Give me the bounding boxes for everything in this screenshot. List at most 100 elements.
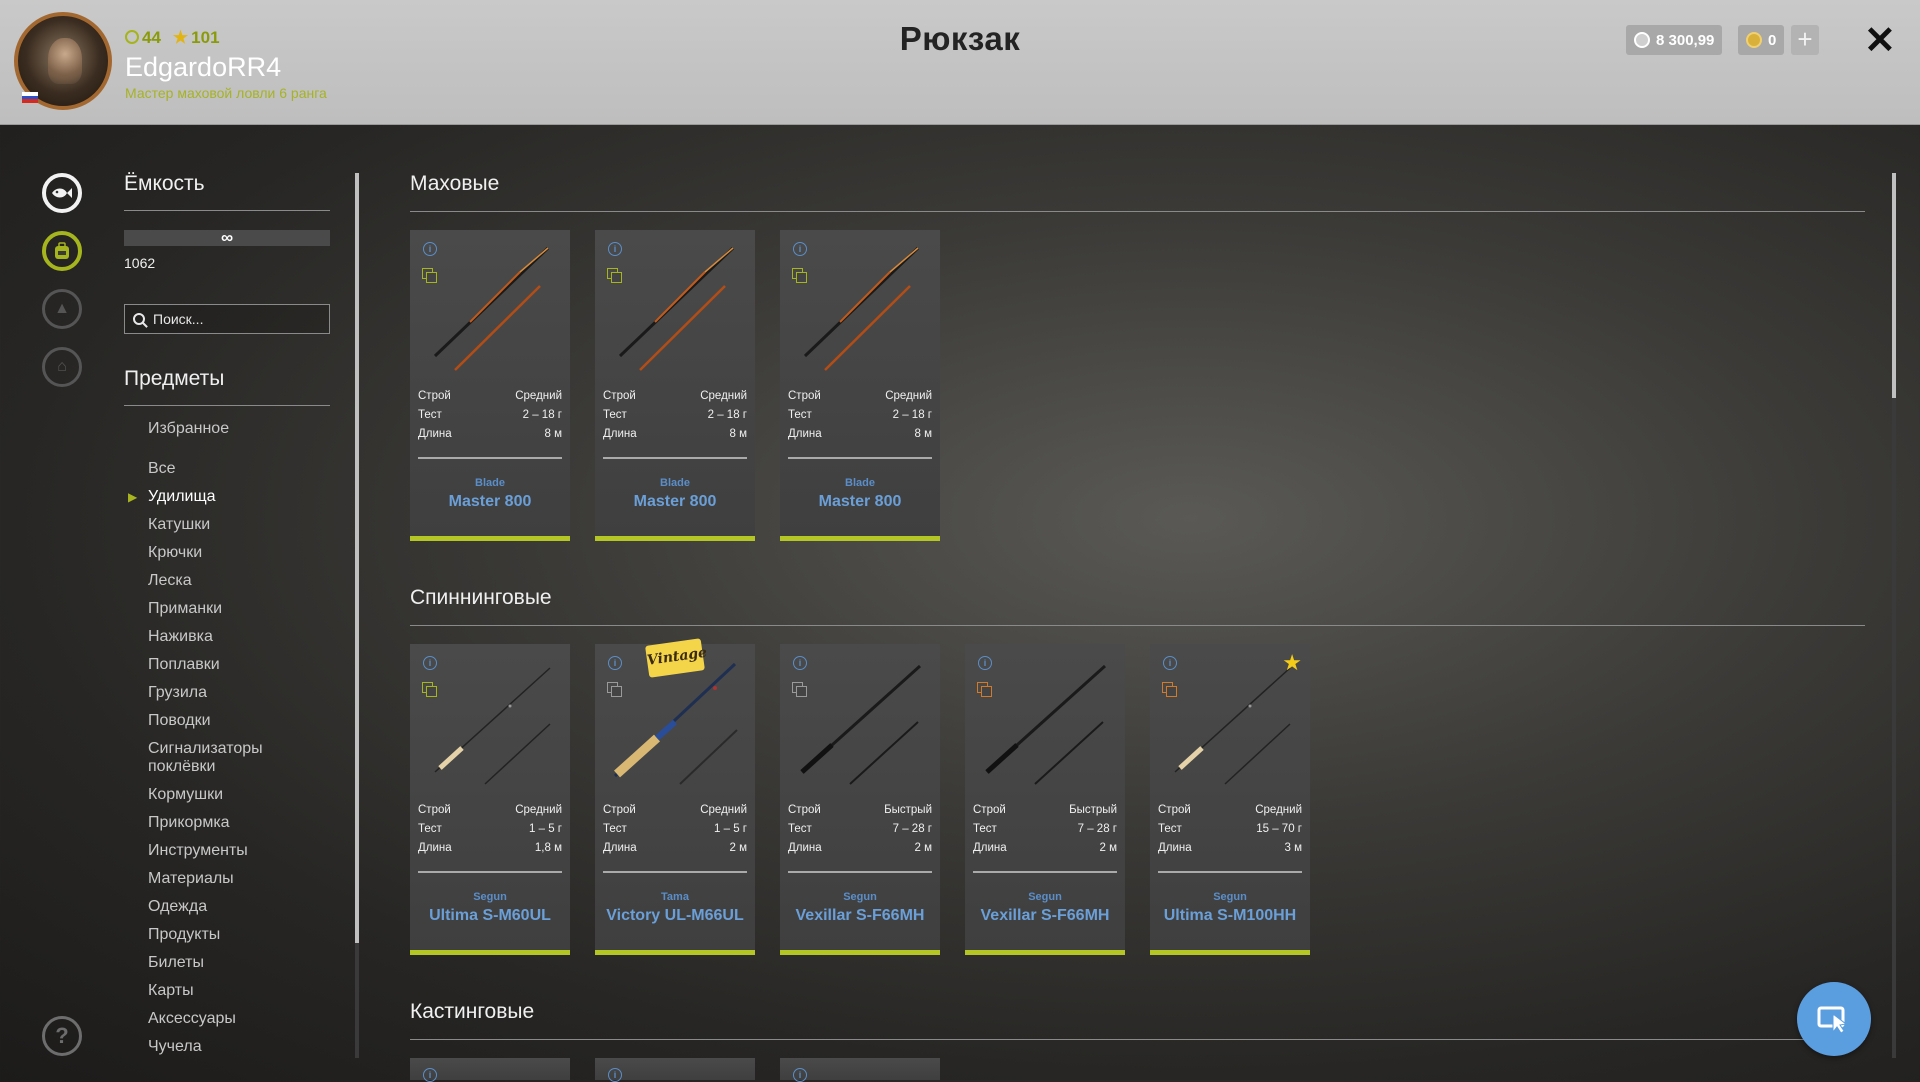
fish-keepnet-icon[interactable] (42, 173, 82, 213)
duplicate-icon[interactable] (792, 268, 807, 283)
spec-value: 2 – 18 г (522, 409, 562, 421)
spec-label: Тест (788, 823, 812, 835)
rod-card[interactable]: i Строй Средний Тест 2 – 18 г Длина 8 м Blade Ma… (780, 230, 940, 541)
rod-part (438, 746, 464, 770)
spec-value: 7 – 28 г (1077, 823, 1117, 835)
spec-value: 1 – 5 г (714, 823, 747, 835)
duplicate-icon[interactable] (422, 682, 437, 697)
camp-icon[interactable]: ▲ (42, 289, 82, 329)
rod-card[interactable]: i (780, 1058, 940, 1082)
top-bar: 44 ★ 101 EdgardoRR4 Мастер маховой ловли … (0, 0, 1920, 125)
spec-value: Средний (1255, 804, 1302, 816)
spec-label: Длина (603, 842, 637, 854)
duplicate-icon[interactable] (792, 682, 807, 697)
category-item[interactable]: Аксессуары (148, 1010, 298, 1028)
rod-card[interactable]: i Строй Быстрый Тест 7 – 28 г Длина 2 м Segun Ve… (780, 644, 940, 955)
category-item[interactable]: Одежда (148, 898, 298, 916)
category-item[interactable]: Поводки (148, 712, 298, 730)
category-item[interactable]: Карты (148, 982, 298, 1000)
spec-value: Средний (700, 804, 747, 816)
russia-flag-icon (22, 92, 38, 103)
rod-part (1248, 704, 1252, 708)
rod-model: Ultima S-M100HH (1163, 907, 1297, 924)
rod-card[interactable]: i Строй Средний Тест 2 – 18 г Длина 8 м Blade Ma… (410, 230, 570, 541)
rod-card[interactable]: i Строй Средний Тест 1 – 5 г Длина 1,8 м Segun U… (410, 644, 570, 955)
cursor-mode-button[interactable] (1797, 982, 1871, 1056)
favorite-star-icon[interactable]: ★ (1282, 650, 1302, 676)
player-rank: Мастер маховой ловли 6 ранга (125, 85, 327, 101)
inventory-scrollbar[interactable] (1892, 173, 1896, 398)
info-icon[interactable]: i (793, 242, 807, 256)
gold-value: 0 (1768, 31, 1777, 49)
rod-card[interactable]: i Vintage Строй Средний Тест 1 – 5 г Длина 2 мT… (595, 638, 755, 955)
category-item[interactable]: Все (148, 460, 298, 478)
duplicate-icon[interactable] (607, 268, 622, 283)
category-item[interactable]: Билеты (148, 954, 298, 972)
info-icon[interactable]: i (423, 656, 437, 670)
spec-value: 2 м (914, 842, 933, 854)
rod-model: Vexillar S-F66MH (980, 907, 1110, 924)
spec-label: Тест (603, 409, 627, 421)
category-item[interactable]: Леска (148, 572, 298, 590)
info-icon[interactable]: i (1163, 656, 1177, 670)
spec-row: Тест 7 – 28 г (973, 820, 1117, 839)
category-item[interactable]: Сигнализаторы поклёвки (148, 740, 298, 776)
duplicate-icon[interactable] (607, 682, 622, 697)
backpack-icon[interactable] (42, 231, 82, 271)
spec-value: 1,8 м (534, 842, 562, 854)
rod-brand: Tama (661, 891, 689, 903)
category-scrollbar[interactable] (355, 173, 359, 943)
category-item[interactable]: Материалы (148, 870, 298, 888)
category-item[interactable]: Инструменты (148, 842, 298, 860)
spec-value: 2 м (729, 842, 748, 854)
rod-card[interactable]: i Строй Средний Тест 2 – 18 г Длина 8 м Blade Ma… (595, 230, 755, 541)
info-icon[interactable]: i (608, 242, 622, 256)
category-item[interactable]: Крючки (148, 544, 298, 562)
rod-specs: Строй Средний Тест 2 – 18 г Длина 8 м (788, 387, 932, 444)
rod-brand: Blade (845, 477, 875, 489)
category-item[interactable]: Поплавки (148, 656, 298, 674)
rod-specs: Строй Средний Тест 1 – 5 г Длина 2 м (603, 801, 747, 858)
rod-model: Victory UL-M66UL (606, 907, 744, 924)
category-item[interactable]: Кормушки (148, 786, 298, 804)
close-button[interactable]: ✕ (1864, 18, 1896, 63)
card-divider (788, 871, 932, 873)
rod-part (1224, 723, 1291, 785)
info-icon[interactable]: i (978, 656, 992, 670)
category-item[interactable]: Прикормка (148, 814, 298, 832)
buy-currency-button[interactable]: + (1791, 25, 1819, 55)
rod-card[interactable]: i (595, 1058, 755, 1082)
duplicate-icon[interactable] (977, 682, 992, 697)
spec-row: Строй Средний (418, 801, 562, 820)
silver-value: 8 300,99 (1656, 31, 1715, 49)
spec-label: Длина (418, 428, 452, 440)
category-item[interactable]: Чучела (148, 1038, 298, 1056)
info-icon[interactable]: i (423, 242, 437, 256)
info-icon[interactable]: i (608, 656, 622, 670)
spec-label: Тест (603, 823, 627, 835)
spec-row: Длина 3 м (1158, 839, 1302, 858)
category-item[interactable]: Избранное (148, 420, 298, 438)
search-input[interactable]: Поиск... (124, 304, 330, 334)
category-item[interactable]: Наживка (148, 628, 298, 646)
rod-card[interactable]: i (410, 1058, 570, 1082)
card-divider (1158, 871, 1302, 873)
duplicate-icon[interactable] (1162, 682, 1177, 697)
help-icon[interactable]: ? (42, 1016, 82, 1056)
category-item[interactable]: Грузила (148, 684, 298, 702)
category-item[interactable]: Приманки (148, 600, 298, 618)
rod-card[interactable]: i ★ Строй Средний Тест 15 – 70 г Длина 3 м Segun… (1150, 644, 1310, 955)
duplicate-icon[interactable] (422, 268, 437, 283)
spec-label: Длина (788, 428, 822, 440)
spec-label: Тест (1158, 823, 1182, 835)
category-item[interactable]: Продукты (148, 926, 298, 944)
spec-value: 8 м (729, 428, 748, 440)
spec-row: Длина 2 м (603, 839, 747, 858)
capacity-title: Ёмкость (124, 172, 205, 195)
info-icon[interactable]: i (793, 656, 807, 670)
category-item[interactable]: Удилища (128, 488, 298, 506)
category-item[interactable]: Катушки (148, 516, 298, 534)
category-scroll-track (355, 943, 359, 1058)
home-icon[interactable]: ⌂ (42, 347, 82, 387)
rod-card[interactable]: i Строй Быстрый Тест 7 – 28 г Длина 2 м Segun Ve… (965, 644, 1125, 955)
